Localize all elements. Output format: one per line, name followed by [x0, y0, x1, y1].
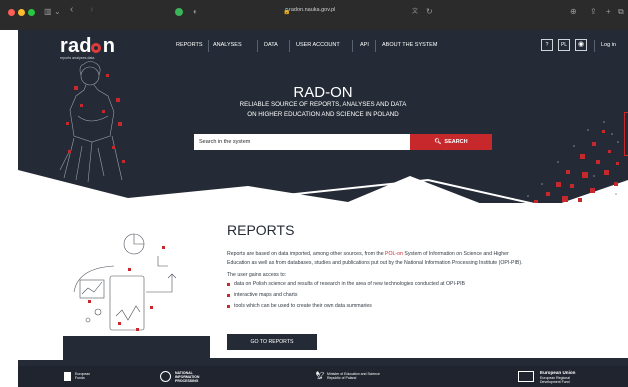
nav-api[interactable]: API: [360, 42, 369, 48]
bullet-icon: [227, 283, 230, 286]
download-icon[interactable]: ⊕: [570, 8, 577, 16]
reports-paragraph-1: Reports are based on data imported, amon…: [227, 251, 509, 257]
nav-analyses[interactable]: ANALYSES: [213, 42, 242, 48]
address-bar[interactable]: radon.nauka.gov.pl: [289, 7, 335, 13]
translate-icon[interactable]: 文: [412, 8, 418, 16]
reports-paragraph-2: Education as well as from databases, stu…: [227, 260, 523, 266]
nav-divider: [289, 40, 290, 52]
reports-access-intro: The user gains access to:: [227, 272, 287, 278]
reports-bullet-3: tools which can be used to create their …: [234, 303, 372, 309]
search-button[interactable]: 🔍︎ SEARCH: [410, 134, 492, 150]
eu-flag-icon: [518, 371, 534, 382]
nav-about-system[interactable]: ABOUT THE SYSTEM: [382, 42, 437, 48]
logo-word: rad: [60, 35, 92, 57]
flag-icon: [64, 372, 71, 381]
go-to-reports-button[interactable]: GO TO REPORTS: [227, 334, 317, 350]
hero-title: RAD-ON: [293, 84, 353, 101]
nav-divider: [352, 40, 353, 52]
side-feedback-tab[interactable]: [624, 112, 628, 156]
logo-word-end: n: [102, 35, 116, 57]
nav-divider: [257, 40, 258, 52]
forward-icon[interactable]: ›: [90, 5, 93, 15]
new-tab-icon[interactable]: +: [606, 8, 611, 16]
website: rad n reports analyses data REPORTS ANALY…: [18, 30, 628, 387]
nav-user-account[interactable]: USER ACCOUNT: [296, 42, 340, 48]
browser-toolbar: ▥ ⌄ ‹ › ◐ 🔒 radon.nauka.gov.pl 文 ↻ ⊕ ⇪ +…: [0, 0, 628, 30]
minimize-window-button[interactable]: [18, 9, 25, 16]
help-button[interactable]: ?: [541, 39, 553, 51]
radon-logo[interactable]: rad n reports analyses data: [60, 36, 118, 62]
footer-logos: European Funds NATIONAL INFORMATION PROC…: [18, 366, 628, 387]
main-navigation: rad n reports analyses data REPORTS ANALY…: [18, 30, 628, 64]
search-icon: 🔍︎: [434, 139, 442, 145]
chevron-down-icon[interactable]: ⌄: [54, 8, 61, 16]
search-button-label: SEARCH: [444, 139, 468, 145]
tab-overview-icon[interactable]: ⧉: [618, 8, 624, 16]
reports-heading: REPORTS: [227, 222, 295, 238]
logo-ring-icon: [91, 43, 101, 53]
sidebar-icon[interactable]: ▥: [44, 8, 52, 16]
nav-divider: [208, 40, 209, 52]
reload-icon[interactable]: ↻: [426, 8, 433, 16]
portrait-illustration: [59, 61, 123, 183]
nav-divider: [594, 40, 595, 52]
reports-bullet-1: data on Polish science and results of re…: [234, 281, 465, 287]
language-button[interactable]: PL: [558, 39, 570, 51]
eye-icon[interactable]: ◉: [575, 39, 587, 51]
logo-tagline: reports analyses data: [60, 56, 95, 60]
opi-emblem-icon: [160, 371, 171, 382]
page: ▥ ⌄ ‹ › ◐ 🔒 radon.nauka.gov.pl 文 ↻ ⊕ ⇪ +…: [0, 0, 628, 387]
eagle-emblem-icon: 🦅︎: [315, 371, 326, 380]
shield-icon[interactable]: ◐: [193, 8, 198, 16]
share-icon[interactable]: ⇪: [590, 8, 597, 16]
pol-on-link[interactable]: POL-on: [385, 251, 403, 257]
zoom-window-button[interactable]: [28, 9, 35, 16]
hero-subtitle-line2: ON HIGHER EDUCATION AND SCIENCE IN POLAN…: [247, 111, 399, 118]
search-input[interactable]: Search in the system: [194, 134, 412, 150]
nav-divider: [375, 40, 376, 52]
band-left-panel: [18, 200, 63, 360]
nav-reports[interactable]: REPORTS: [176, 42, 203, 48]
bullet-icon: [227, 294, 230, 297]
bullet-icon: [227, 305, 230, 308]
close-window-button[interactable]: [8, 9, 15, 16]
nav-data[interactable]: DATA: [264, 42, 278, 48]
hero-subtitle-line1: RELIABLE SOURCE OF REPORTS, ANALYSES AND…: [239, 101, 407, 108]
back-icon[interactable]: ‹: [70, 5, 73, 15]
login-link[interactable]: Log in: [601, 42, 616, 48]
privacy-icon[interactable]: [175, 8, 183, 16]
reports-bullet-2: interactive maps and charts: [234, 292, 298, 298]
